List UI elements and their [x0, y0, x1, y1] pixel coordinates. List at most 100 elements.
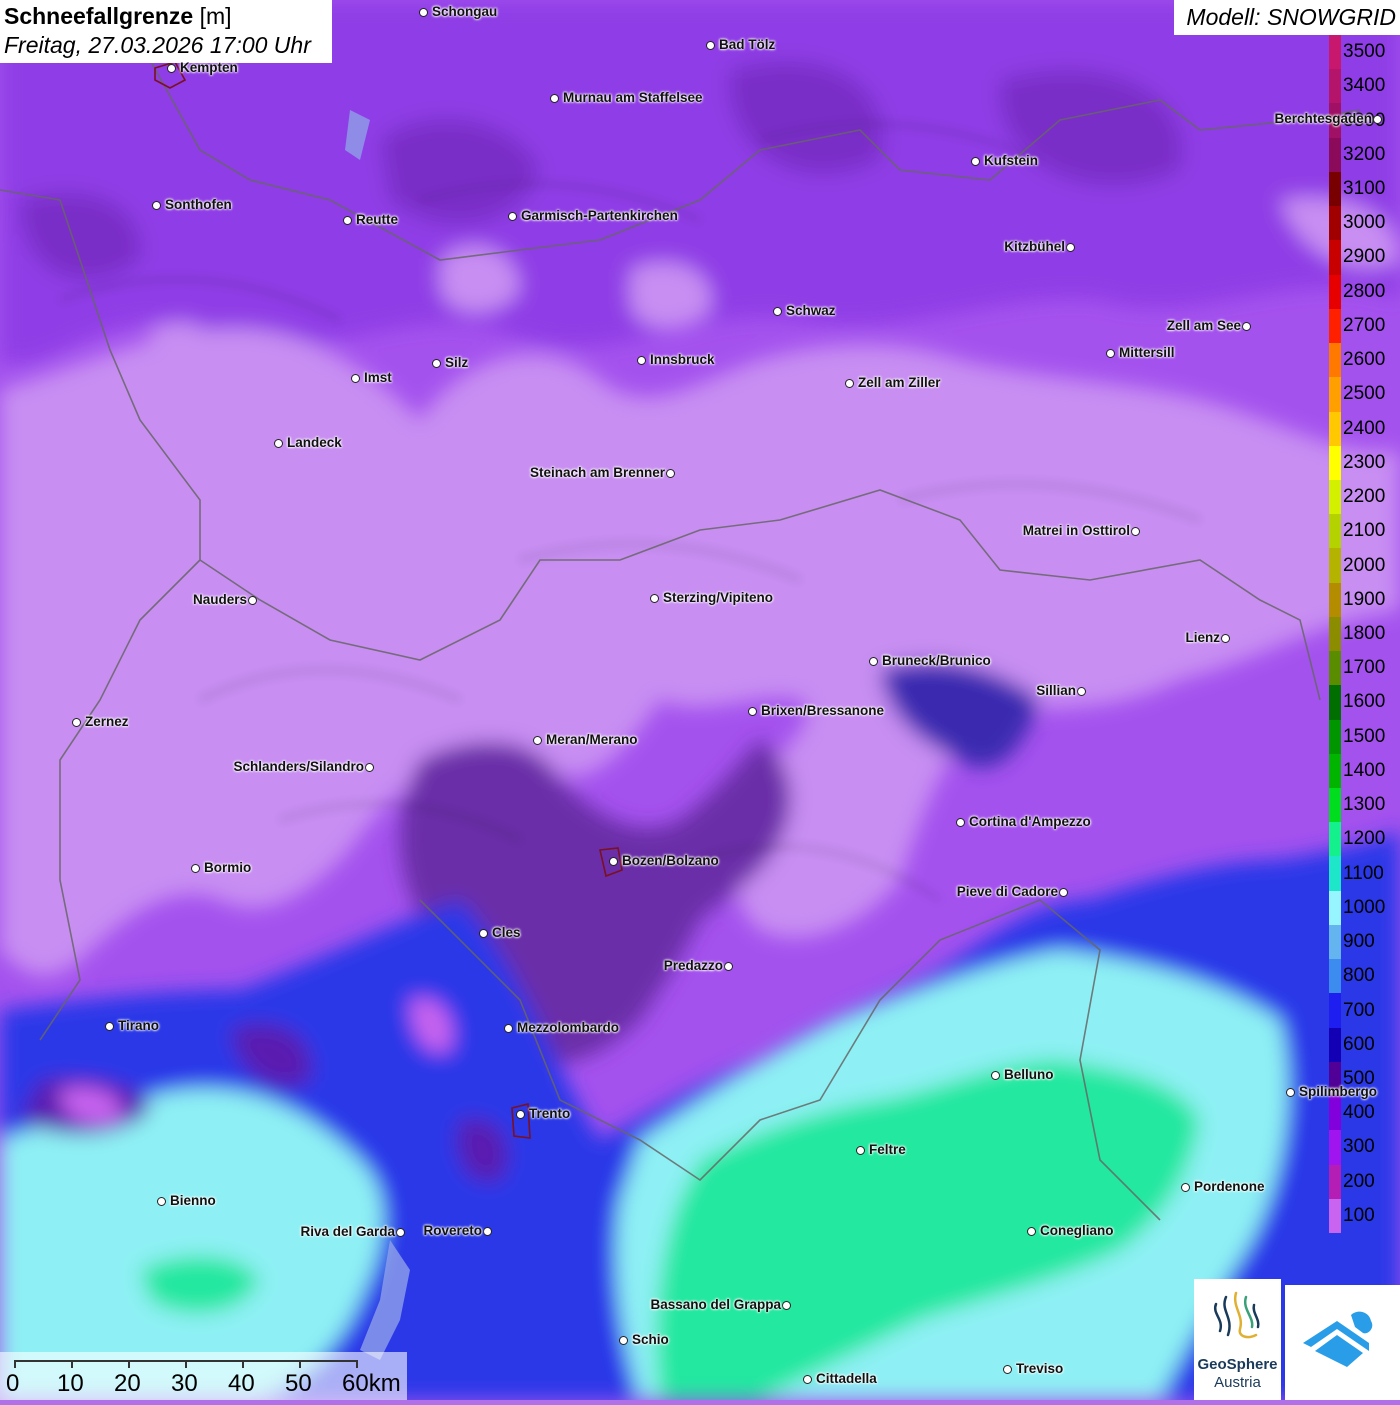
city-dot[interactable] [1181, 1183, 1190, 1192]
city-dot[interactable] [157, 1197, 166, 1206]
city-dot[interactable] [1027, 1227, 1036, 1236]
city-dot[interactable] [516, 1110, 525, 1119]
city-label[interactable]: Innsbruck [650, 352, 715, 367]
city-label[interactable]: Kempten [180, 60, 238, 75]
city-label[interactable]: Cortina d'Ampezzo [969, 814, 1091, 829]
city-label[interactable]: Nauders [193, 592, 247, 607]
city-label[interactable]: Lienz [1185, 630, 1220, 645]
city-dot[interactable] [1066, 243, 1075, 252]
city-label[interactable]: Riva del Garda [300, 1224, 395, 1239]
city-label[interactable]: Bienno [170, 1193, 216, 1208]
city-label[interactable]: Predazzo [664, 958, 723, 973]
city-dot[interactable] [1131, 527, 1140, 536]
city-label[interactable]: Imst [364, 370, 392, 385]
city-label[interactable]: Belluno [1004, 1067, 1054, 1082]
city-dot[interactable] [724, 962, 733, 971]
city-label[interactable]: Landeck [287, 435, 342, 450]
city-dot[interactable] [803, 1375, 812, 1384]
city-label[interactable]: Zell am Ziller [858, 375, 941, 390]
city-label[interactable]: Spilimbergo [1299, 1084, 1377, 1099]
city-dot[interactable] [343, 216, 352, 225]
city-label[interactable]: Zernez [85, 714, 129, 729]
city-label[interactable]: Berchtesgaden [1274, 111, 1372, 126]
city-dot[interactable] [419, 8, 428, 17]
city-dot[interactable] [637, 356, 646, 365]
city-dot[interactable] [991, 1071, 1000, 1080]
city-label[interactable]: Meran/Merano [546, 732, 638, 747]
city-label[interactable]: Feltre [869, 1142, 906, 1157]
city-label[interactable]: Reutte [356, 212, 398, 227]
city-dot[interactable] [609, 857, 618, 866]
city-dot[interactable] [1242, 322, 1251, 331]
city-dot[interactable] [650, 594, 659, 603]
city-label[interactable]: Sonthofen [165, 197, 232, 212]
city-dot[interactable] [1373, 115, 1382, 124]
city-label[interactable]: Pordenone [1194, 1179, 1265, 1194]
city-dot[interactable] [1221, 634, 1230, 643]
city-dot[interactable] [748, 707, 757, 716]
city-dot[interactable] [1003, 1365, 1012, 1374]
city-dot[interactable] [504, 1024, 513, 1033]
city-label[interactable]: Schlanders/Silandro [233, 759, 364, 774]
city-label[interactable]: Mezzolombardo [517, 1020, 619, 1035]
city-dot[interactable] [274, 439, 283, 448]
city-dot[interactable] [706, 41, 715, 50]
city-label[interactable]: Trento [529, 1106, 570, 1121]
city-label[interactable]: Bormio [204, 860, 251, 875]
city-dot[interactable] [533, 736, 542, 745]
city-dot[interactable] [1106, 349, 1115, 358]
city-label[interactable]: Bassano del Grappa [650, 1297, 781, 1312]
city-dot[interactable] [550, 94, 559, 103]
city-label[interactable]: Bad Tölz [719, 37, 775, 52]
city-label[interactable]: Silz [445, 355, 468, 370]
snowgrid-logo[interactable] [1285, 1285, 1400, 1400]
city-label[interactable]: Murnau am Staffelsee [563, 90, 703, 105]
city-label[interactable]: Rovereto [423, 1223, 482, 1238]
city-dot[interactable] [845, 379, 854, 388]
city-label[interactable]: Zell am See [1167, 318, 1241, 333]
city-label[interactable]: Sterzing/Vipiteno [663, 590, 773, 605]
city-dot[interactable] [869, 657, 878, 666]
city-label[interactable]: Bozen/Bolzano [622, 853, 719, 868]
city-label[interactable]: Schio [632, 1332, 669, 1347]
city-dot[interactable] [1077, 687, 1086, 696]
city-dot[interactable] [105, 1022, 114, 1031]
city-label[interactable]: Tirano [118, 1018, 159, 1033]
city-label[interactable]: Schwaz [786, 303, 836, 318]
city-label[interactable]: Brixen/Bressanone [761, 703, 884, 718]
city-dot[interactable] [365, 763, 374, 772]
city-label[interactable]: Bruneck/Brunico [882, 653, 991, 668]
city-label[interactable]: Treviso [1016, 1361, 1063, 1376]
city-dot[interactable] [396, 1228, 405, 1237]
city-dot[interactable] [773, 307, 782, 316]
city-label[interactable]: Pieve di Cadore [957, 884, 1058, 899]
city-label[interactable]: Kitzbühel [1004, 239, 1065, 254]
city-dot[interactable] [152, 201, 161, 210]
city-dot[interactable] [483, 1227, 492, 1236]
city-label[interactable]: Conegliano [1040, 1223, 1114, 1238]
city-dot[interactable] [72, 718, 81, 727]
city-dot[interactable] [666, 469, 675, 478]
city-dot[interactable] [432, 359, 441, 368]
city-dot[interactable] [971, 157, 980, 166]
city-label[interactable]: Schongau [432, 4, 497, 19]
city-dot[interactable] [856, 1146, 865, 1155]
city-label[interactable]: Matrei in Osttirol [1023, 523, 1130, 538]
city-dot[interactable] [167, 64, 176, 73]
city-label[interactable]: Sillian [1036, 683, 1076, 698]
geosphere-logo[interactable]: GeoSphere Austria [1194, 1279, 1281, 1400]
city-label[interactable]: Kufstein [984, 153, 1038, 168]
city-dot[interactable] [956, 818, 965, 827]
city-label[interactable]: Cles [492, 925, 521, 940]
city-dot[interactable] [782, 1301, 791, 1310]
city-label[interactable]: Mittersill [1119, 345, 1175, 360]
city-label[interactable]: Steinach am Brenner [530, 465, 665, 480]
city-label[interactable]: Garmisch-Partenkirchen [521, 208, 678, 223]
city-dot[interactable] [1286, 1088, 1295, 1097]
city-dot[interactable] [619, 1336, 628, 1345]
city-dot[interactable] [508, 212, 517, 221]
city-label[interactable]: Cittadella [816, 1371, 877, 1386]
city-dot[interactable] [191, 864, 200, 873]
city-dot[interactable] [1059, 888, 1068, 897]
city-dot[interactable] [248, 596, 257, 605]
